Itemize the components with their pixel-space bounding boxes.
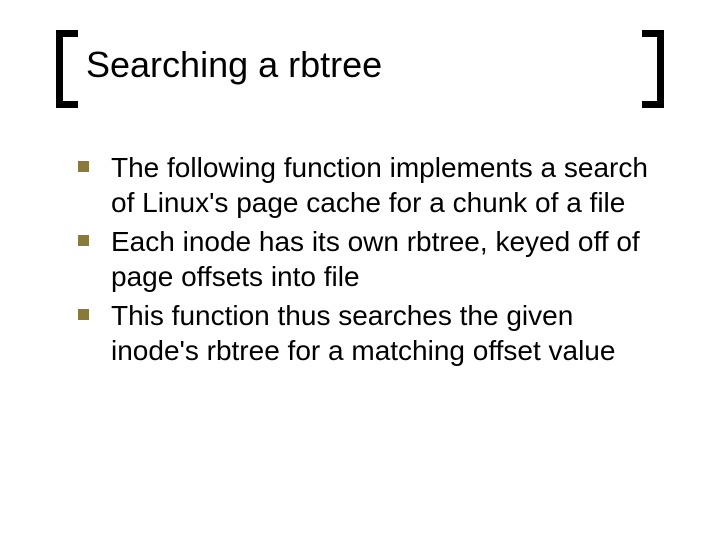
list-item-text: Each inode has its own rbtree, keyed off… — [111, 224, 660, 294]
left-bracket-icon — [56, 30, 78, 108]
title-bar: Searching a rbtree — [56, 36, 664, 106]
right-bracket-icon — [642, 30, 664, 108]
square-bullet-icon — [78, 309, 89, 320]
list-item: Each inode has its own rbtree, keyed off… — [78, 224, 660, 294]
square-bullet-icon — [78, 235, 89, 246]
slide-title: Searching a rbtree — [86, 44, 382, 86]
list-item: This function thus searches the given in… — [78, 298, 660, 368]
slide: Searching a rbtree The following functio… — [0, 0, 720, 540]
list-item-text: The following function implements a sear… — [111, 150, 660, 220]
list-item: The following function implements a sear… — [78, 150, 660, 220]
body-content: The following function implements a sear… — [78, 150, 660, 372]
square-bullet-icon — [78, 161, 89, 172]
list-item-text: This function thus searches the given in… — [111, 298, 660, 368]
